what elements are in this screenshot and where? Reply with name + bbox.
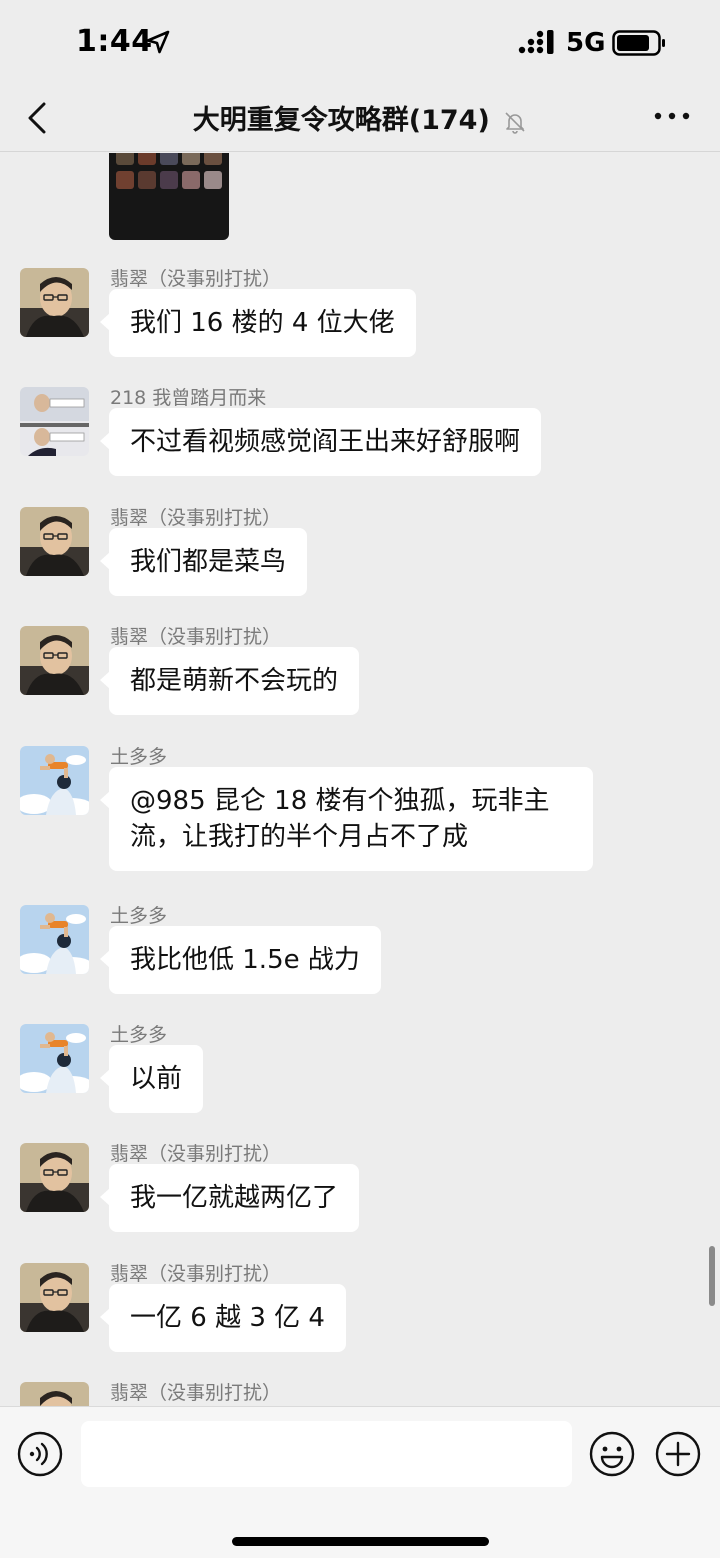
avatar[interactable] bbox=[20, 626, 89, 695]
message-bubble[interactable]: 我们都是菜鸟 bbox=[99, 528, 308, 596]
sender-name: 土多多 bbox=[110, 905, 168, 927]
sender-name: 土多多 bbox=[110, 1024, 168, 1046]
voice-icon[interactable] bbox=[17, 1431, 63, 1477]
shared-image-message[interactable] bbox=[109, 153, 229, 240]
sender-name: 翡翠（没事别打扰） bbox=[110, 268, 282, 290]
emoji-icon[interactable] bbox=[589, 1431, 635, 1477]
avatar[interactable] bbox=[20, 1263, 89, 1332]
message-bubble[interactable]: 都是萌新不会玩的 bbox=[99, 647, 360, 715]
sender-name: 翡翠（没事别打扰） bbox=[110, 626, 282, 648]
sender-name: 土多多 bbox=[110, 746, 168, 768]
sender-name: 翡翠（没事别打扰） bbox=[110, 1382, 282, 1404]
message-bubble[interactable]: @985 昆仑 18 楼有个独孤，玩非主流，让我打的半个月占不了成 bbox=[100, 767, 593, 871]
home-indicator bbox=[232, 1537, 489, 1546]
chat-title[interactable]: 大明重复令攻略群(174) bbox=[0, 98, 720, 137]
avatar[interactable] bbox=[20, 746, 89, 815]
sender-name: 218 我曾踏月而来 bbox=[110, 387, 267, 409]
avatar[interactable] bbox=[20, 1143, 89, 1212]
message-bubble[interactable]: 一亿 6 越 3 亿 4 bbox=[100, 1284, 346, 1352]
message-bubble[interactable]: 我们 16 楼的 4 位大佬 bbox=[100, 289, 416, 357]
avatar[interactable] bbox=[20, 1382, 89, 1406]
battery-icon bbox=[612, 30, 665, 56]
avatar[interactable] bbox=[20, 1024, 89, 1093]
sender-name: 翡翠（没事别打扰） bbox=[110, 507, 282, 529]
status-bar: 1:44 5G bbox=[0, 0, 720, 88]
message-bubble[interactable]: 我一亿就越两亿了 bbox=[99, 1164, 360, 1232]
scrollbar-thumb[interactable] bbox=[709, 1246, 715, 1306]
message-input[interactable] bbox=[81, 1421, 572, 1487]
network-label: 5G bbox=[566, 28, 606, 58]
status-time: 1:44 bbox=[76, 24, 153, 59]
plus-icon[interactable] bbox=[655, 1431, 701, 1477]
sender-name: 翡翠（没事别打扰） bbox=[110, 1143, 282, 1165]
avatar[interactable] bbox=[20, 507, 89, 576]
input-bar bbox=[0, 1406, 720, 1558]
message-bubble[interactable]: 不过看视频感觉阎王出来好舒服啊 bbox=[99, 408, 542, 476]
sender-name: 翡翠（没事别打扰） bbox=[110, 1263, 282, 1285]
bell-slash-icon bbox=[505, 111, 525, 134]
avatar[interactable] bbox=[20, 268, 89, 337]
chat-message-list[interactable]: 翡翠（没事别打扰） 我们 16 楼的 4 位大佬 218 我曾踏月而来 不过看视频感觉… bbox=[0, 153, 720, 1406]
avatar[interactable] bbox=[20, 905, 89, 974]
message-bubble[interactable]: 我比他低 1.5e 战力 bbox=[100, 926, 381, 994]
chat-title-text: 大明重复令攻略群(174) bbox=[192, 105, 490, 136]
location-arrow-icon bbox=[146, 30, 170, 54]
ellipsis-icon[interactable] bbox=[652, 104, 692, 128]
message-bubble[interactable]: 以前 bbox=[99, 1045, 204, 1113]
signal-bars-icon bbox=[518, 30, 554, 54]
nav-bar: 大明重复令攻略群(174) bbox=[0, 88, 720, 152]
avatar[interactable] bbox=[20, 387, 89, 456]
